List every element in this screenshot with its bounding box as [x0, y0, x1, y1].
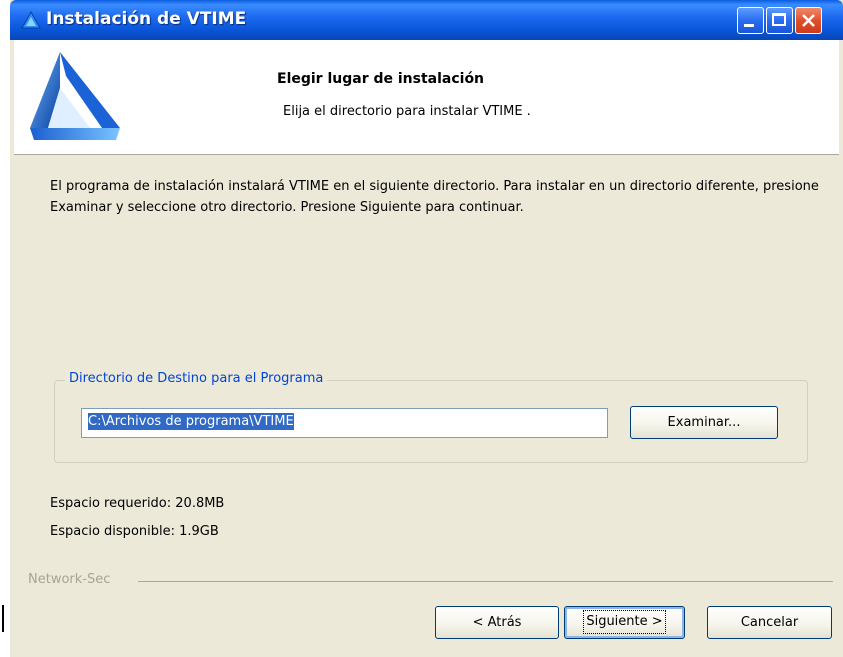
installer-window: Instalación de VTIME Elegir lugar de ins… — [10, 0, 843, 657]
footer-divider — [138, 581, 833, 582]
destination-group-label: Directorio de Destino para el Programa — [65, 371, 328, 386]
next-button-label: Siguiente > — [583, 610, 666, 634]
maximize-icon — [772, 13, 786, 26]
minimize-button[interactable] — [737, 7, 764, 34]
browse-button-label: Examinar... — [667, 415, 741, 430]
close-button[interactable] — [795, 7, 822, 34]
destination-path-value: C:\Archivos de programa\VTIME — [88, 413, 294, 430]
cancel-button-label: Cancelar — [740, 615, 799, 630]
destination-path-input[interactable]: C:\Archivos de programa\VTIME — [81, 408, 608, 438]
brand-label: Network-Sec — [28, 572, 117, 587]
title-bar[interactable]: Instalación de VTIME — [10, 0, 843, 40]
back-button-label: < Atrás — [472, 615, 522, 630]
window-title: Instalación de VTIME — [46, 9, 247, 29]
space-required: Espacio requerido: 20.8MB — [50, 496, 225, 511]
app-icon — [21, 11, 41, 29]
maximize-button[interactable] — [766, 7, 793, 34]
description-text: El programa de instalación instalará VTI… — [50, 179, 819, 215]
back-button[interactable]: < Atrás — [435, 606, 559, 639]
space-available: Espacio disponible: 1.9GB — [50, 524, 219, 539]
browse-button[interactable]: Examinar... — [630, 406, 778, 439]
page-title: Elegir lugar de instalación — [277, 71, 485, 87]
close-icon — [802, 14, 815, 27]
window-edge-mark — [2, 605, 4, 632]
page-subtitle: Elija el directorio para instalar VTIME … — [283, 104, 531, 119]
cancel-button[interactable]: Cancelar — [707, 606, 832, 639]
next-button[interactable]: Siguiente > — [564, 606, 685, 639]
vtime-logo-icon — [30, 52, 120, 140]
minimize-icon — [744, 24, 754, 27]
wizard-header: Elegir lugar de instalación Elija el dir… — [14, 40, 839, 155]
